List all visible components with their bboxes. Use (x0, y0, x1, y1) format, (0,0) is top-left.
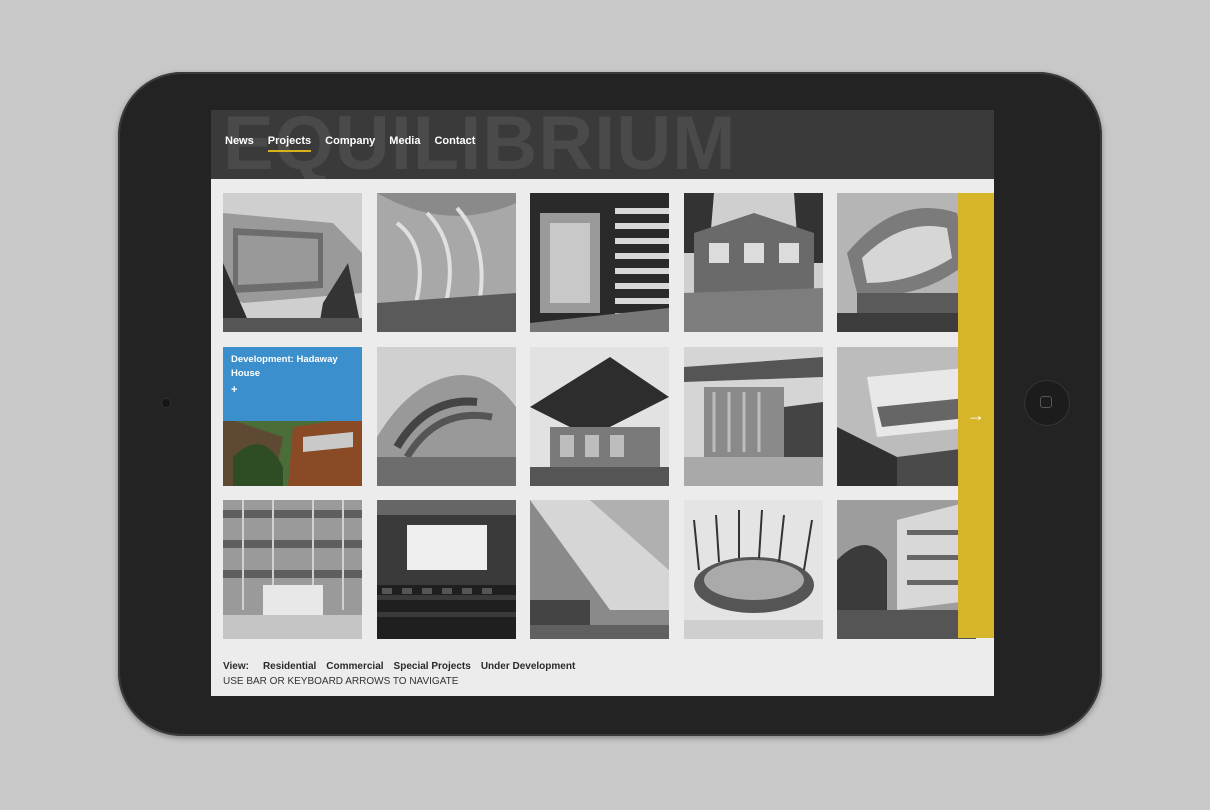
arrow-right-icon: → (967, 405, 985, 425)
project-tile[interactable] (530, 347, 669, 486)
navigation-hint: USE BAR OR KEYBOARD ARROWS TO NAVIGATE (223, 676, 459, 687)
project-tile[interactable] (837, 500, 976, 639)
filter-label: View: (223, 661, 249, 672)
project-tile[interactable] (223, 193, 362, 332)
project-title: Development: Hadaway House (231, 354, 338, 379)
filter-special-projects[interactable]: Special Projects (394, 661, 471, 672)
filter-commercial[interactable]: Commercial (326, 661, 383, 672)
nav-news[interactable]: News (225, 135, 254, 151)
filter-under-development[interactable]: Under Development (481, 661, 575, 672)
home-button[interactable] (1024, 380, 1070, 426)
plus-icon[interactable]: + (231, 383, 354, 397)
nav-media[interactable]: Media (389, 135, 420, 151)
project-tile[interactable] (530, 500, 669, 639)
project-tile-featured[interactable]: Development: Hadaway House + (223, 347, 362, 486)
project-tile[interactable] (684, 500, 823, 639)
view-filters: View: Residential Commercial Special Pro… (223, 661, 575, 672)
project-tile[interactable] (684, 347, 823, 486)
screen: EQUILIBRIUM News Projects Company Media … (211, 110, 994, 696)
camera-dot (162, 399, 170, 407)
project-tile[interactable] (837, 347, 976, 486)
filter-residential[interactable]: Residential (263, 661, 316, 672)
project-tile[interactable] (377, 347, 516, 486)
project-hover-card[interactable]: Development: Hadaway House + (223, 347, 362, 421)
nav-contact[interactable]: Contact (434, 135, 475, 151)
project-tile[interactable] (377, 500, 516, 639)
project-tile[interactable] (837, 193, 976, 332)
project-tile[interactable] (684, 193, 823, 332)
project-tile[interactable] (223, 500, 362, 639)
home-square-icon (1040, 396, 1052, 408)
nav-projects[interactable]: Projects (267, 135, 312, 152)
site-header: EQUILIBRIUM News Projects Company Media … (211, 110, 994, 179)
next-page-bar[interactable]: → (958, 193, 994, 638)
nav-company[interactable]: Company (325, 135, 375, 151)
project-tile[interactable] (377, 193, 516, 332)
main-nav: News Projects Company Media Contact (225, 135, 475, 152)
project-tile[interactable] (530, 193, 669, 332)
